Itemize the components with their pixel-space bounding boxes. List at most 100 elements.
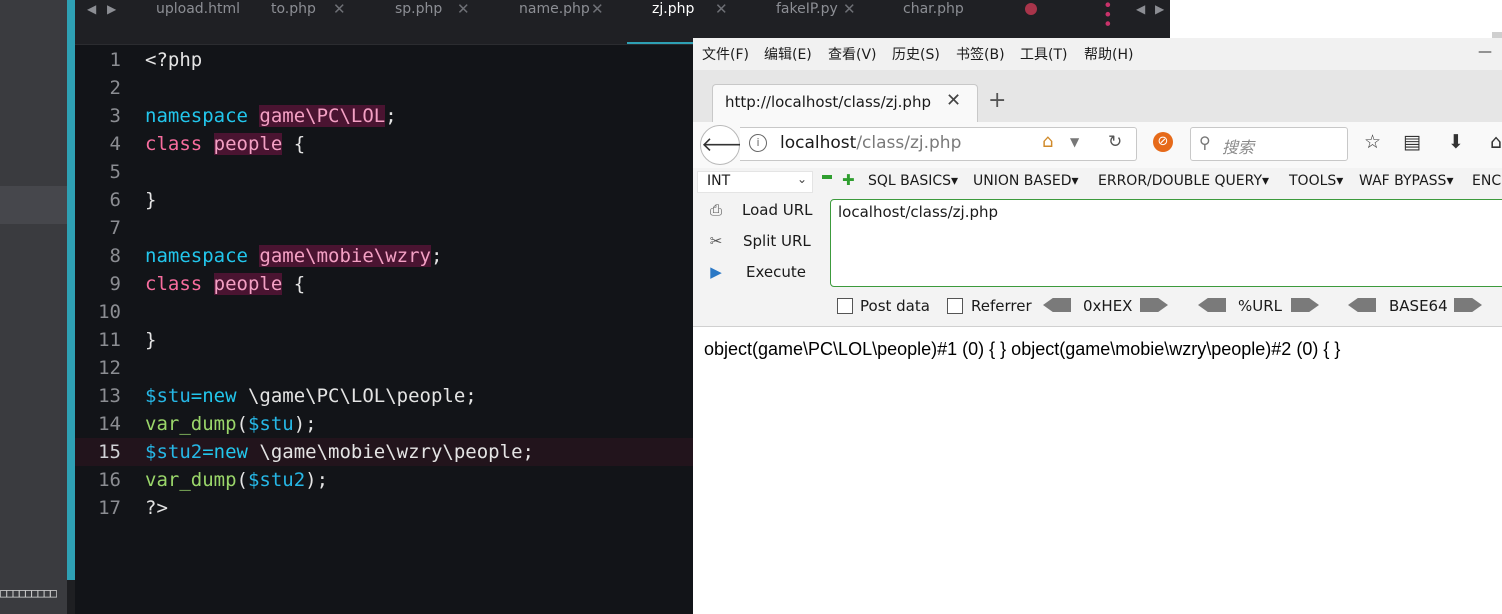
tab-scroll-right-icon[interactable]: ▶ [107, 0, 116, 18]
unsaved-dot-icon[interactable] [1025, 3, 1037, 15]
tab-upload-html[interactable]: upload.html [156, 0, 240, 20]
line-number: 6 [109, 189, 121, 211]
sidebar-panel: □□□□□□□□□ [0, 0, 67, 614]
plus-icon[interactable]: ✚ [842, 171, 855, 189]
code-line-9[interactable]: class people { [145, 270, 305, 298]
tab-zj-php[interactable]: zj.php [652, 0, 694, 20]
play-icon[interactable]: ▶ [707, 263, 725, 281]
menu-view[interactable]: 查看(V) [828, 44, 877, 64]
dropdown-arrow-icon[interactable]: ▼ [1070, 135, 1079, 149]
function-name: var_dump [145, 413, 237, 435]
code-line-3[interactable]: namespace game\PC\LOL; [145, 102, 397, 130]
referrer-checkbox[interactable] [947, 298, 963, 314]
reading-list-icon[interactable]: ▤ [1403, 131, 1421, 153]
url-text[interactable]: localhost/class/zj.php [780, 133, 961, 153]
more-menu-icon[interactable]: ••• [1098, 0, 1117, 28]
menu-sql-basics[interactable]: SQL BASICS▾ [868, 173, 958, 189]
home-toolbar-icon[interactable]: ⌂ [1490, 131, 1502, 153]
menu-waf-bypass[interactable]: WAF BYPASS▾ [1359, 173, 1453, 189]
tab-close-icon[interactable]: ✕ [843, 0, 856, 18]
tab-list-left-icon[interactable]: ◀ [1136, 0, 1145, 18]
code-line-14[interactable]: var_dump($stu); [145, 410, 317, 438]
code-line-13[interactable]: $stu=new \game\PC\LOL\people; [145, 382, 477, 410]
active-tab-indicator [627, 42, 695, 44]
php-close-tag: ?> [145, 497, 168, 519]
code-line-11[interactable]: } [145, 326, 156, 354]
page-output-text: object(game\PC\LOL\people)#1 (0) { } obj… [704, 339, 1341, 359]
post-data-checkbox[interactable] [837, 298, 853, 314]
line-number: 4 [109, 133, 121, 155]
search-bar[interactable] [1190, 127, 1348, 161]
class-name: people [213, 273, 283, 295]
tab-close-icon[interactable]: ✕ [333, 0, 346, 18]
menu-history[interactable]: 历史(S) [892, 44, 940, 64]
line-number: 2 [109, 77, 121, 99]
tab-to-php[interactable]: to.php [271, 0, 316, 20]
menu-encoding[interactable]: ENC [1472, 173, 1501, 189]
execute-button[interactable]: Execute [746, 263, 806, 281]
block-addon-icon[interactable]: ⊘ [1153, 132, 1173, 152]
code-line-8[interactable]: namespace game\mobie\wzry; [145, 242, 442, 270]
menu-tools-hackbar[interactable]: TOOLS▾ [1289, 173, 1343, 189]
sidebar-selected-item[interactable] [0, 186, 67, 224]
split-url-button[interactable]: Split URL [743, 232, 811, 250]
scissors-icon[interactable]: ✂ [707, 232, 725, 250]
close-tab-icon[interactable]: ✕ [946, 90, 961, 111]
menu-file[interactable]: 文件(F) [702, 44, 749, 64]
namespace-name: game\PC\LOL [259, 105, 386, 127]
menu-help[interactable]: 帮助(H) [1084, 44, 1133, 64]
tab-list-right-icon[interactable]: ▶ [1155, 0, 1164, 18]
menu-edit[interactable]: 编辑(E) [764, 44, 812, 64]
line-number: 11 [98, 329, 121, 351]
tab-close-icon[interactable]: ✕ [591, 0, 604, 18]
class-path: \game\mobie\wzry\people; [247, 441, 534, 463]
code-line-15[interactable]: $stu2=new \game\mobie\wzry\people; [145, 438, 534, 466]
line-number-current: 15 [98, 441, 121, 463]
tab-close-icon[interactable]: ✕ [457, 0, 470, 18]
search-placeholder[interactable]: 搜索 [1222, 134, 1254, 158]
semicolon: ; [385, 105, 397, 127]
code-line-4[interactable]: class people { [145, 130, 305, 158]
minus-icon[interactable] [822, 175, 832, 179]
line-number: 8 [109, 245, 121, 267]
line-number: 1 [109, 49, 121, 71]
sidebar-bottom-text: □□□□□□□□□ [0, 586, 57, 600]
browser-tab-title: http://localhost/class/zj.php [725, 93, 931, 111]
info-icon[interactable]: i [749, 134, 767, 152]
minimize-button[interactable]: — [1478, 44, 1492, 60]
code-line-16[interactable]: var_dump($stu2); [145, 466, 328, 494]
tab-sp-php[interactable]: sp.php [395, 0, 442, 20]
bookmark-star-icon[interactable]: ☆ [1364, 131, 1381, 153]
chevron-down-icon[interactable]: ⌄ [797, 172, 807, 186]
load-url-button[interactable]: Load URL [742, 201, 813, 219]
new-tab-button[interactable]: + [988, 88, 1006, 113]
code-line-6[interactable]: } [145, 186, 156, 214]
tab-scroll-left-icon[interactable]: ◀ [87, 0, 96, 18]
paren-open: ( [236, 413, 248, 435]
operator-new: =new [190, 385, 237, 407]
load-url-icon[interactable]: ⎙ [707, 201, 725, 219]
line-number: 13 [98, 385, 121, 407]
menu-union-based[interactable]: UNION BASED▾ [973, 173, 1079, 189]
back-button[interactable]: 🡐 [700, 125, 755, 165]
paren-close: ); [305, 469, 329, 491]
class-path: \game\PC\LOL\people; [236, 385, 477, 407]
function-name: var_dump [145, 469, 237, 491]
menu-error-double-query[interactable]: ERROR/DOUBLE QUERY▾ [1098, 173, 1269, 189]
brace-close: } [145, 329, 157, 351]
url-encoding-label: %URL [1238, 297, 1283, 315]
home-icon[interactable]: ⌂ [1042, 131, 1053, 152]
reload-icon[interactable]: ↻ [1108, 132, 1122, 152]
tab-char-php[interactable]: char.php [903, 0, 964, 20]
menu-tools[interactable]: 工具(T) [1020, 44, 1067, 64]
keyword-class: class [145, 273, 203, 295]
code-line-17[interactable]: ?> [145, 494, 168, 522]
menu-bookmarks[interactable]: 书签(B) [956, 44, 1005, 64]
tab-close-icon[interactable]: ✕ [715, 0, 728, 18]
code-line-1[interactable]: <?php [145, 46, 202, 74]
download-icon[interactable]: ⬇ [1448, 131, 1464, 153]
line-number: 17 [98, 497, 121, 519]
tab-name-php[interactable]: name.php [519, 0, 590, 20]
line-number: 12 [98, 357, 121, 379]
tab-fakeip-py[interactable]: fakeIP.py [776, 0, 838, 20]
